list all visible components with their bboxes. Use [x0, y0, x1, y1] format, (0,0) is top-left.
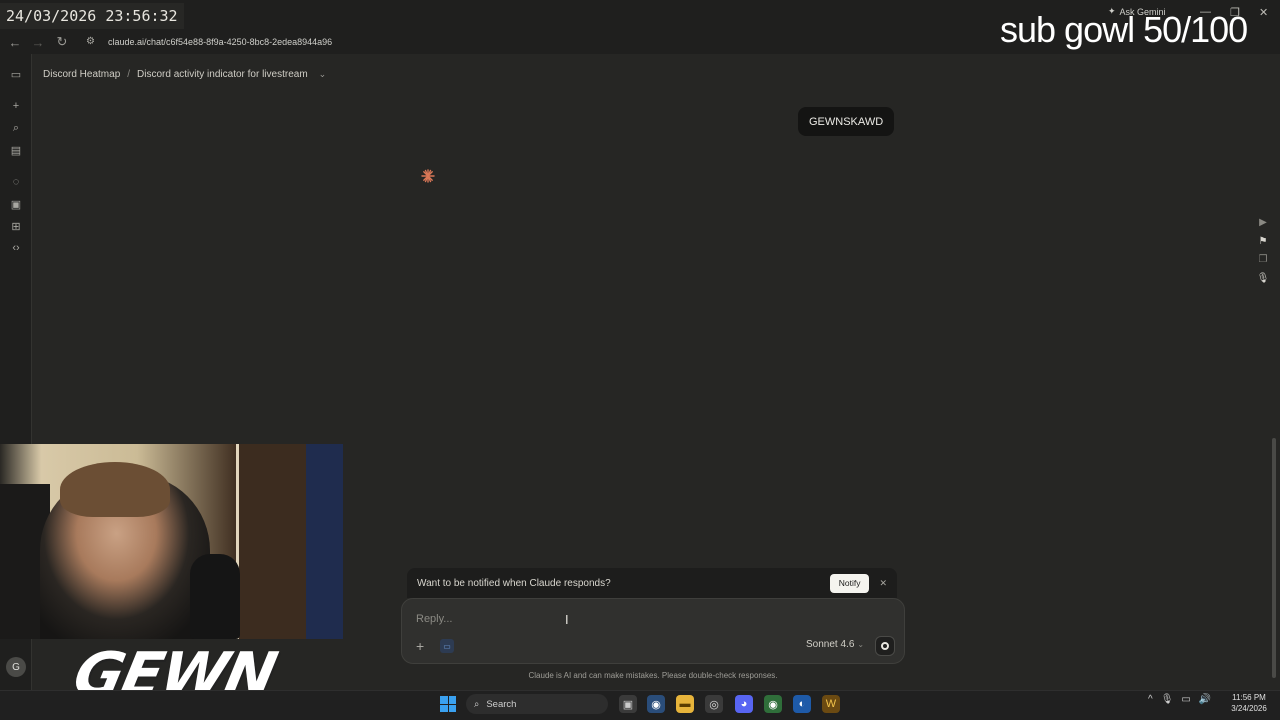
clock-date: 3/24/2026 — [1231, 704, 1267, 713]
search-icon[interactable]: ⌕ — [8, 120, 24, 136]
account-avatar[interactable]: G — [6, 657, 26, 677]
chevron-down-icon[interactable]: ⌄ — [319, 69, 327, 80]
forward-arrow-icon[interactable]: → — [29, 33, 47, 51]
claude-thinking-icon — [421, 169, 435, 183]
archive-icon[interactable]: ▣ — [8, 196, 24, 212]
chrome-profile-icon[interactable]: ◉ — [764, 695, 782, 713]
text-cursor-icon: I — [565, 612, 569, 627]
file-explorer-icon[interactable]: ▬ — [676, 695, 694, 713]
record-icon — [881, 642, 889, 650]
webcam-hair — [60, 462, 170, 517]
reply-composer: + ▭ Sonnet 4.6 ⌄ — [401, 598, 905, 664]
artifacts-icon[interactable]: ⊞ — [8, 218, 24, 234]
bookmark-icon[interactable]: ⚑ — [1256, 234, 1270, 248]
edge-icon[interactable]: ◐ — [793, 695, 811, 713]
chrome-icon[interactable]: ◉ — [647, 695, 665, 713]
webcam-microphone — [190, 554, 240, 639]
webcam-overlay — [0, 444, 343, 639]
back-arrow-icon[interactable]: ← — [6, 33, 24, 51]
sub-goal-overlay: sub gowl 50/100 — [1000, 9, 1248, 50]
play-icon[interactable]: ▶ — [1256, 215, 1270, 229]
scrollbar[interactable] — [1272, 438, 1276, 678]
chevron-up-icon[interactable]: ^ — [1148, 694, 1153, 705]
add-attachment-icon[interactable]: + — [416, 638, 424, 654]
new-chat-icon[interactable]: + — [8, 98, 24, 114]
projects-icon[interactable]: ▤ — [8, 142, 24, 158]
breadcrumb-project[interactable]: Discord Heatmap — [43, 69, 120, 80]
chevron-down-icon: ⌄ — [857, 640, 865, 649]
windows-taskbar — [0, 690, 1280, 720]
notify-banner: Want to be notified when Claude responds… — [407, 568, 897, 598]
search-icon: ⌕ — [474, 698, 480, 710]
app-icon[interactable]: ◎ — [705, 695, 723, 713]
clock-time: 11:56 PM — [1232, 693, 1266, 702]
chat-title[interactable]: Discord activity indicator for livestrea… — [137, 69, 308, 80]
site-info-icon[interactable]: ⚙ — [86, 36, 100, 48]
system-tray: ^ 🎙 ▭ 🔊 — [1148, 694, 1211, 705]
webcam-wall — [306, 444, 343, 639]
copy-icon[interactable]: ❐ — [1256, 252, 1270, 266]
windows-start-icon[interactable] — [440, 696, 456, 712]
voice-mode-button[interactable] — [875, 636, 895, 656]
breadcrumb-separator: / — [127, 68, 131, 80]
notify-button[interactable]: Notify — [829, 573, 870, 593]
model-selector[interactable]: Sonnet 4.6 ⌄ — [806, 639, 864, 650]
close-icon[interactable]: ✕ — [879, 578, 887, 589]
microphone-icon[interactable]: 🎙 — [1256, 271, 1270, 285]
breadcrumb: Discord Heatmap / Discord activity indic… — [43, 66, 326, 82]
webcam-door — [236, 444, 306, 639]
network-icon[interactable]: ▭ — [1181, 694, 1190, 705]
user-message-bubble: GEWNSKAWD — [798, 107, 895, 136]
code-icon[interactable]: ‹› — [8, 240, 24, 256]
game-launcher-icon[interactable]: W — [822, 695, 840, 713]
model-label: Sonnet 4.6 — [806, 639, 855, 650]
close-window-icon[interactable]: ✕ — [1259, 6, 1268, 19]
disclaimer-text: Claude is AI and can make mistakes. Plea… — [528, 671, 778, 680]
reload-icon[interactable]: ↻ — [53, 33, 71, 51]
volume-icon[interactable]: 🔊 — [1199, 694, 1211, 705]
taskbar-search-label: Search — [486, 698, 517, 710]
notify-text: Want to be notified when Claude responds… — [417, 577, 611, 589]
attached-file-icon[interactable]: ▭ — [440, 639, 454, 653]
discord-icon[interactable]: ◕ — [735, 695, 753, 713]
address-bar[interactable]: ⚙ claude.ai/chat/c6f54e88-8f9a-4250-8bc8… — [80, 32, 1000, 52]
chats-icon[interactable]: ◌ — [8, 174, 24, 190]
sidebar-toggle-icon[interactable]: ▭ — [8, 66, 24, 82]
microphone-icon[interactable]: 🎙 — [1161, 694, 1174, 705]
taskbar-search[interactable]: ⌕ Search — [466, 694, 608, 714]
stream-datetime-overlay: 24/03/2026 23:56:32 — [0, 3, 184, 29]
url-text: claude.ai/chat/c6f54e88-8f9a-4250-8bc8-2… — [108, 37, 333, 47]
task-view-icon[interactable]: ▣ — [619, 695, 637, 713]
taskbar-clock[interactable]: 11:56 PM 3/24/2026 — [1226, 692, 1272, 714]
